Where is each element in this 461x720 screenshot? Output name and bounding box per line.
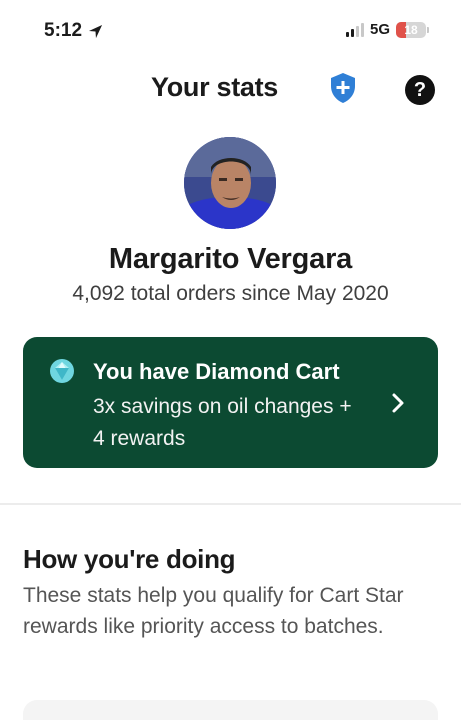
network-type: 5G [369,21,390,38]
section-description: These stats help you qualify for Cart St… [23,584,404,638]
header: Your stats [0,66,461,110]
location-arrow-icon [88,24,103,38]
chevron-right-icon [392,393,404,413]
help-button[interactable]: ? [405,75,435,105]
diamond-gem-icon [50,359,74,383]
avatar [184,137,276,229]
diamond-card-description: 3x savings on oil changes + 4 rewards [93,395,352,450]
shield-plus-icon[interactable] [329,72,357,104]
status-indicators: 5G 18 [345,21,429,38]
orders-summary: 4,092 total orders since May 2020 [72,282,389,305]
status-bar: 5:12 5G 18 [0,0,461,62]
battery-level: 18 [404,22,418,37]
status-time: 5:12 [44,20,83,41]
section-divider [0,503,461,505]
profile-name: Margarito Vergara [108,243,353,275]
page-title: Your stats [0,72,461,103]
stats-card[interactable] [23,700,438,720]
battery-cap [427,26,429,33]
avatar-photo [184,137,276,229]
question-mark-icon: ? [413,78,427,101]
page-title-text: Your stats [150,72,279,102]
status-time-group: 5:12 [44,20,103,42]
battery-icon: 18 [396,21,426,38]
signal-icon [345,22,364,37]
diamond-cart-card[interactable]: You have Diamond Cart 3x savings on oil … [23,337,438,468]
section-title: How you're doing [23,544,236,574]
diamond-card-title: You have Diamond Cart [93,359,340,384]
